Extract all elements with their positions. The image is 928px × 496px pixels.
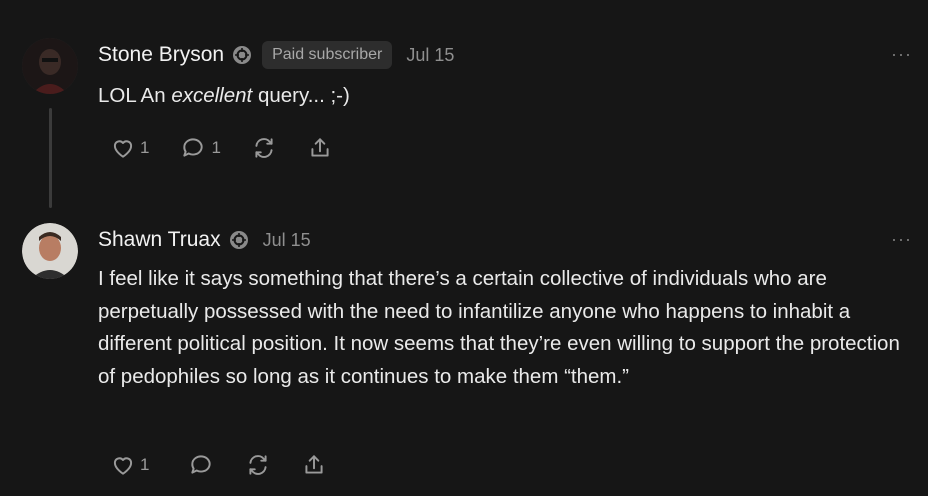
comment-body: I feel like it says something that there…	[98, 267, 900, 388]
heart-icon	[113, 457, 133, 475]
comment-header: Stone Bryson Paid subscriber Jul 15	[98, 39, 454, 71]
share-icon	[311, 138, 329, 157]
restack-button[interactable]	[245, 452, 271, 478]
share-icon	[305, 455, 324, 474]
comment-date[interactable]: Jul 15	[263, 230, 311, 251]
comment-date[interactable]: Jul 15	[406, 45, 454, 66]
subscriber-badge-icon	[232, 45, 252, 65]
share-button[interactable]	[307, 135, 333, 161]
restack-button[interactable]	[251, 135, 277, 161]
comment-actions: 1 1	[110, 135, 363, 161]
avatar[interactable]	[22, 38, 78, 94]
more-options-icon[interactable]: ···	[891, 229, 912, 250]
reply-count: 1	[211, 138, 221, 157]
like-count: 1	[140, 138, 150, 157]
comment-text-post: query... ;-)	[252, 84, 350, 107]
subscriber-badge-icon	[229, 230, 249, 250]
comment-text-emphasis: excellent	[171, 84, 253, 107]
comment-text-pre: LOL An	[98, 84, 172, 107]
speech-bubble-icon	[191, 455, 212, 474]
reply-button[interactable]: 1	[179, 135, 221, 161]
comment-body: LOL An excellent query... ;-)	[98, 80, 918, 113]
author-name[interactable]: Shawn Truax	[98, 228, 221, 252]
author-name[interactable]: Stone Bryson	[98, 43, 224, 67]
comment-actions: 1	[110, 452, 357, 478]
thread-line	[49, 108, 52, 208]
comment-header: Shawn Truax Jul 15	[98, 224, 311, 256]
avatar[interactable]	[22, 223, 78, 279]
reply-button[interactable]	[187, 452, 215, 478]
like-button[interactable]: 1	[110, 135, 149, 161]
like-count: 1	[140, 455, 150, 474]
share-button[interactable]	[301, 452, 327, 478]
speech-bubble-icon	[183, 138, 204, 157]
heart-icon	[113, 140, 133, 158]
restack-icon	[249, 455, 268, 475]
more-options-icon[interactable]: ···	[891, 44, 912, 65]
like-button[interactable]: 1	[110, 452, 149, 478]
paid-subscriber-badge: Paid subscriber	[262, 41, 393, 69]
restack-icon	[255, 138, 273, 158]
